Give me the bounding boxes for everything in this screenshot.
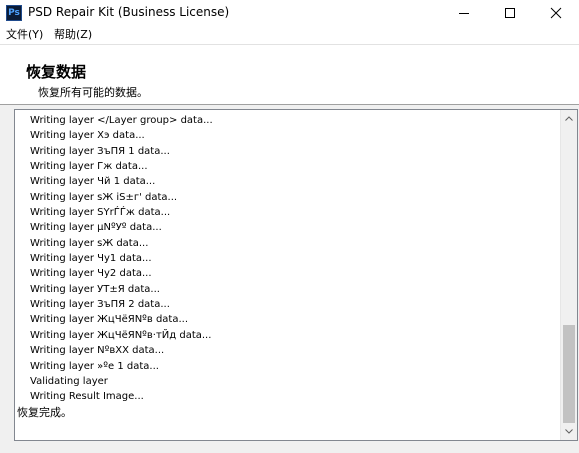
log-line: Writing layer ЗъПЯ 2 data... — [30, 299, 170, 311]
log-line: Writing layer Гж data... — [30, 161, 148, 173]
menu-bar: 文件(Y) 帮助(Z) — [0, 26, 579, 44]
log-line: Writing layer ЖцЧёЯNºв data... — [30, 314, 189, 326]
maximize-icon — [505, 8, 515, 18]
scroll-thumb[interactable] — [563, 325, 575, 423]
log-output[interactable]: Writing layer </Layer group> data... Wri… — [14, 109, 578, 441]
log-line: Writing layer sЖ iS±г' data... — [30, 191, 178, 203]
log-line: Writing Result Image... — [30, 391, 144, 403]
chevron-down-icon — [565, 429, 573, 434]
log-line: Writing layer УТ±Я data... — [30, 283, 160, 295]
page-subtitle: 恢复所有可能的数据。 — [38, 86, 148, 99]
close-button[interactable] — [533, 0, 579, 26]
log-line: Writing layer Чу2 data... — [30, 268, 152, 280]
chevron-up-icon — [565, 116, 573, 121]
log-line: Writing layer Хэ data... — [30, 130, 145, 142]
log-line: Writing layer Чй 1 data... — [30, 176, 156, 188]
vertical-scrollbar[interactable] — [560, 110, 577, 440]
log-line: Writing layer NºвXX data... — [30, 345, 165, 357]
log-line: Writing layer ЗъПЯ 1 data... — [30, 145, 170, 157]
log-line: Writing layer µNºУº data... — [30, 222, 162, 234]
log-line: Writing layer ЖцЧёЯNºв·тЙд data... — [30, 329, 212, 341]
close-icon — [550, 7, 562, 19]
minimize-button[interactable] — [441, 0, 487, 26]
app-icon: Ps — [6, 5, 22, 21]
scroll-down-button[interactable] — [561, 423, 577, 440]
log-lines: Writing layer </Layer group> data... Wri… — [15, 113, 560, 420]
menu-file[interactable]: 文件(Y) — [6, 27, 43, 43]
wizard-header: 恢复数据 恢复所有可能的数据。 — [0, 44, 579, 104]
log-line: Writing layer sЖ data... — [30, 237, 149, 249]
log-line: Writing layer SYrЃЃж data... — [30, 207, 171, 219]
log-final-line: 恢复完成。 — [17, 405, 72, 419]
maximize-button[interactable] — [487, 0, 533, 26]
log-line: Writing layer Чу1 data... — [30, 253, 152, 265]
page-title: 恢复数据 — [26, 63, 87, 81]
title-bar[interactable]: Ps PSD Repair Kit (Business License) — [0, 0, 579, 26]
scroll-up-button[interactable] — [561, 110, 577, 127]
menu-help[interactable]: 帮助(Z) — [54, 27, 92, 43]
window-title: PSD Repair Kit (Business License) — [28, 5, 230, 19]
log-line: Writing layer »ºе 1 data... — [30, 360, 159, 372]
log-line: Validating layer — [30, 375, 108, 387]
minimize-icon — [459, 13, 469, 14]
log-line: Writing layer </Layer group> data... — [30, 115, 213, 126]
